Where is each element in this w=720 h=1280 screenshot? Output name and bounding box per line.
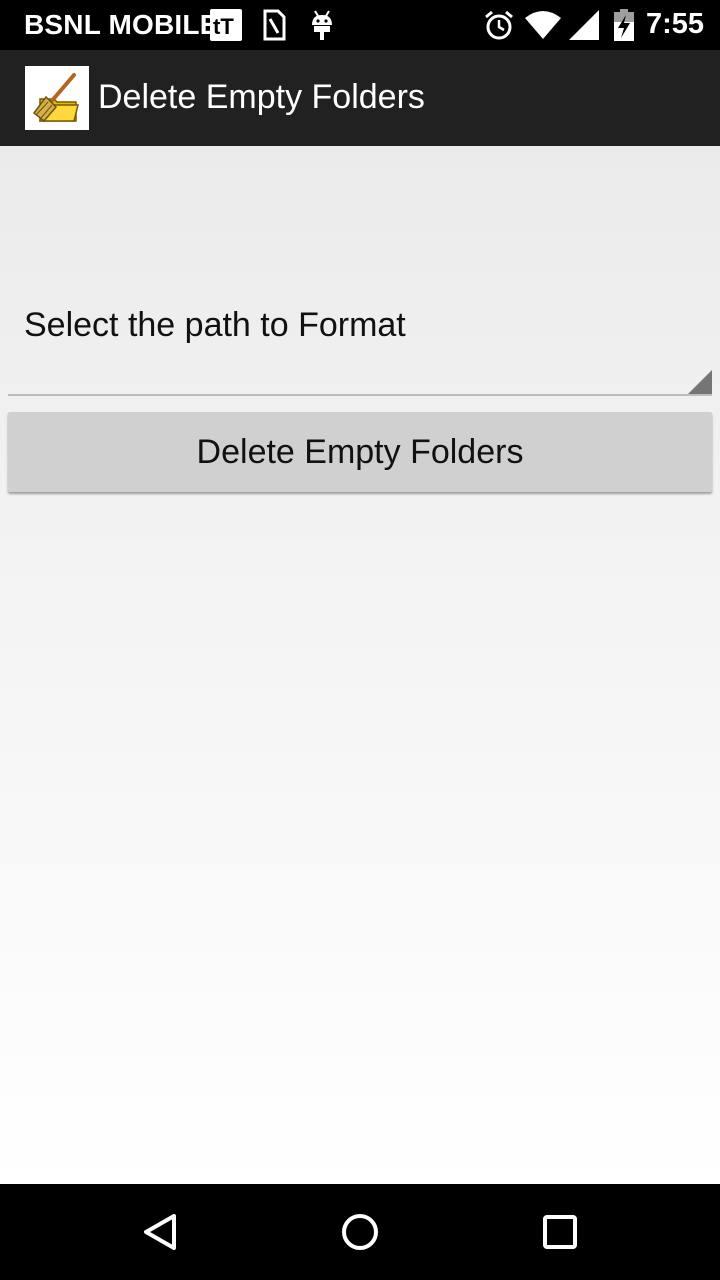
spinner-underline [8, 394, 712, 396]
navigation-bar [0, 1184, 720, 1280]
android-debug-icon [309, 8, 335, 42]
sim-card-icon [262, 8, 286, 42]
alarm-icon [482, 8, 516, 42]
broom-folder-icon [25, 66, 89, 130]
delete-empty-folders-button[interactable]: Delete Empty Folders [8, 412, 712, 492]
home-icon[interactable] [330, 1204, 390, 1260]
tt-news-icon: tT [209, 8, 243, 42]
svg-text:tT: tT [213, 14, 234, 39]
app-title: Delete Empty Folders [98, 78, 425, 116]
spinner-selected-text: Select the path to Format [24, 306, 406, 344]
wifi-icon [524, 8, 562, 42]
back-icon[interactable] [130, 1204, 190, 1260]
clock: 7:55 [645, 8, 704, 40]
main-content: Select the path to Format Delete Empty F… [0, 146, 720, 1184]
battery-charging-icon [612, 8, 636, 42]
path-spinner[interactable]: Select the path to Format [8, 294, 712, 396]
carrier-label: BSNL MOBILE [24, 9, 219, 40]
status-bar: BSNL MOBILE tT 7:55 [0, 0, 720, 50]
cell-signal-icon [568, 8, 600, 42]
dropdown-arrow-icon [688, 370, 712, 394]
action-bar: Delete Empty Folders [0, 50, 720, 146]
recents-icon[interactable] [530, 1204, 590, 1260]
